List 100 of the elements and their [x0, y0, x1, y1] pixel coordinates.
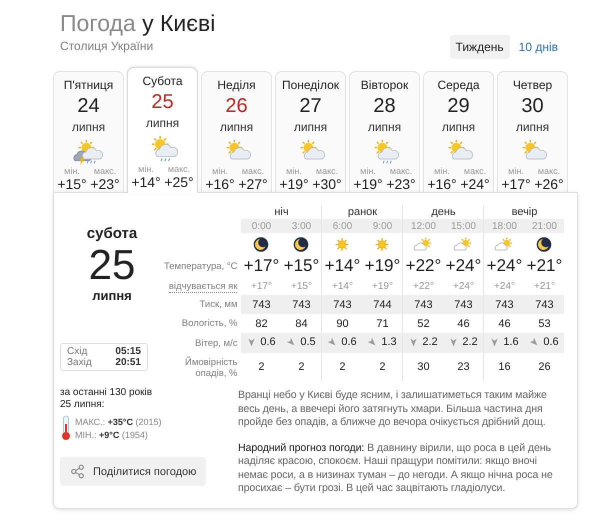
weekday: Середа	[437, 78, 480, 92]
wind-speed: 0.6	[341, 336, 357, 348]
day-tab[interactable]: Понеділок 27 липня мін. макс. +19° +30°	[275, 71, 346, 192]
hour-cell: 21:00	[524, 219, 564, 233]
day-tab[interactable]: Середа 29 липня мін. макс. +16° +24°	[423, 71, 494, 192]
month: липня	[516, 120, 550, 134]
temperature-cell: +24°	[484, 255, 524, 277]
table-cell: 71	[362, 314, 403, 333]
table-cell: 744	[362, 295, 403, 314]
month: липня	[442, 120, 476, 134]
max-label: макс.	[536, 166, 562, 176]
temperature-cell: +19°	[362, 255, 403, 277]
precipitation-cell: 2	[362, 353, 403, 381]
day-date: 30	[521, 94, 544, 118]
thermometer-icon	[60, 415, 72, 441]
precipitation-cell: 2	[241, 353, 282, 381]
hour-cell: 6:00	[322, 219, 362, 233]
day-date: 25	[151, 90, 174, 114]
feels-like-cell: +21°	[524, 277, 564, 295]
record-line: МАКС.: +35°C (2015)	[75, 416, 162, 426]
hour-cell: 12:00	[402, 219, 444, 233]
table-cell: 53	[524, 314, 564, 333]
min-label: мін.	[359, 166, 377, 176]
month: липня	[294, 120, 328, 134]
max-label: макс.	[388, 166, 414, 176]
day-date: 24	[77, 94, 100, 118]
max-temperature: +27°	[237, 176, 269, 192]
feels-like-cell: +17°	[241, 277, 282, 295]
feels-like-cell: +19°	[362, 277, 403, 295]
day-tab[interactable]: П'ятниця 24 липня мін. макс. +15° +23°	[53, 71, 124, 192]
wind-speed: 1.6	[503, 336, 519, 348]
month: липня	[72, 120, 106, 134]
max-label: макс.	[92, 166, 118, 176]
min-label: мін.	[507, 166, 525, 176]
range-tab[interactable]: 10 днів	[512, 35, 564, 59]
max-label: макс.	[462, 166, 488, 176]
min-label: мін.	[433, 166, 451, 176]
month: липня	[368, 120, 402, 134]
max-temperature: +26°	[533, 176, 565, 192]
day-tab[interactable]: Четвер 30 липня мін. макс. +17° +26°	[497, 71, 568, 192]
min-label: мін.	[137, 164, 155, 174]
wind-speed: 0.5	[300, 336, 316, 348]
precipitation-cell: 2	[322, 353, 362, 381]
detail-month: липня	[92, 288, 132, 303]
month: липня	[220, 120, 254, 134]
weekday: Субота	[142, 74, 183, 88]
subtitle: Столиця України	[60, 39, 154, 53]
max-label: макс.	[314, 166, 340, 176]
precipitation-cell: 26	[524, 353, 564, 381]
period-label: вечір	[512, 206, 538, 218]
temperature-cell-text: +17°	[242, 255, 280, 277]
table-cell: 84	[281, 314, 322, 333]
temperature-cell-text: +21°	[526, 255, 564, 277]
weekday: Неділя	[217, 78, 256, 92]
temperature-cell: +24°	[443, 255, 484, 277]
period-label: день	[431, 206, 456, 218]
hour-cell: 3:00	[281, 219, 322, 233]
weekday: Четвер	[512, 78, 552, 92]
wind-speed: 1.3	[381, 336, 397, 348]
share-icon	[70, 464, 85, 479]
day-tab[interactable]: Вівторок 28 липня мін. макс. +19° +23°	[349, 71, 420, 192]
day-date: 26	[225, 94, 248, 118]
table-cell: 46	[443, 314, 484, 333]
max-label: макс.	[166, 164, 192, 174]
feels-like-link[interactable]: відчувається як	[168, 280, 238, 292]
max-label: макс.	[240, 166, 266, 176]
share-button[interactable]: Поділитися погодою	[60, 457, 206, 486]
sun-time: 20:51	[114, 357, 141, 368]
table-cell: 743	[524, 295, 564, 314]
day-date: 28	[373, 94, 396, 118]
min-temperature: +17°	[500, 176, 532, 192]
feels-like-cell: +15°	[281, 277, 322, 295]
detail-date: 25	[88, 242, 136, 288]
forecast-summary: Вранці небо у Києві буде ясним, і залишатиметься таким майже весь день, а ввечері його затягнуть хмари. Більша частина дня пройде без опадів, а ближче до вечора очікується дрібний дощ.	[238, 389, 548, 430]
wind-speed: 0.6	[260, 336, 276, 348]
min-temperature: +16°	[426, 176, 458, 192]
record-line: МІН.: +9°C (1954)	[75, 430, 149, 440]
sun-time: 05:15	[114, 346, 141, 357]
hour-cell: 18:00	[484, 219, 524, 233]
day-date: 27	[299, 94, 322, 118]
page-title: Погода у Києві	[60, 9, 216, 38]
feels-like-cell: +24°	[443, 277, 484, 295]
min-label: мін.	[285, 166, 303, 176]
precipitation-cell: 30	[402, 353, 444, 381]
precipitation-cell: 16	[484, 353, 524, 381]
weekday: П'ятниця	[64, 78, 114, 92]
table-cell: 743	[241, 295, 282, 314]
max-temperature: +30°	[311, 176, 343, 192]
min-temperature: +16°	[204, 176, 236, 192]
range-tab[interactable]: Тиждень	[450, 35, 510, 59]
record-intro: 25 липня:	[60, 399, 106, 411]
period-label: ранок	[348, 206, 378, 218]
max-temperature: +24°	[459, 176, 491, 192]
day-tab[interactable]: Субота 25 липня мін. макс. +14° +25°	[127, 67, 198, 193]
sun-label: Схід	[67, 346, 88, 357]
day-tab[interactable]: Неділя 26 липня мін. макс. +16° +27°	[201, 71, 272, 192]
min-label: мін.	[63, 166, 81, 176]
max-temperature: +23°	[89, 176, 121, 192]
max-temperature: +23°	[385, 176, 417, 192]
wind-speed: 2.2	[422, 336, 438, 348]
